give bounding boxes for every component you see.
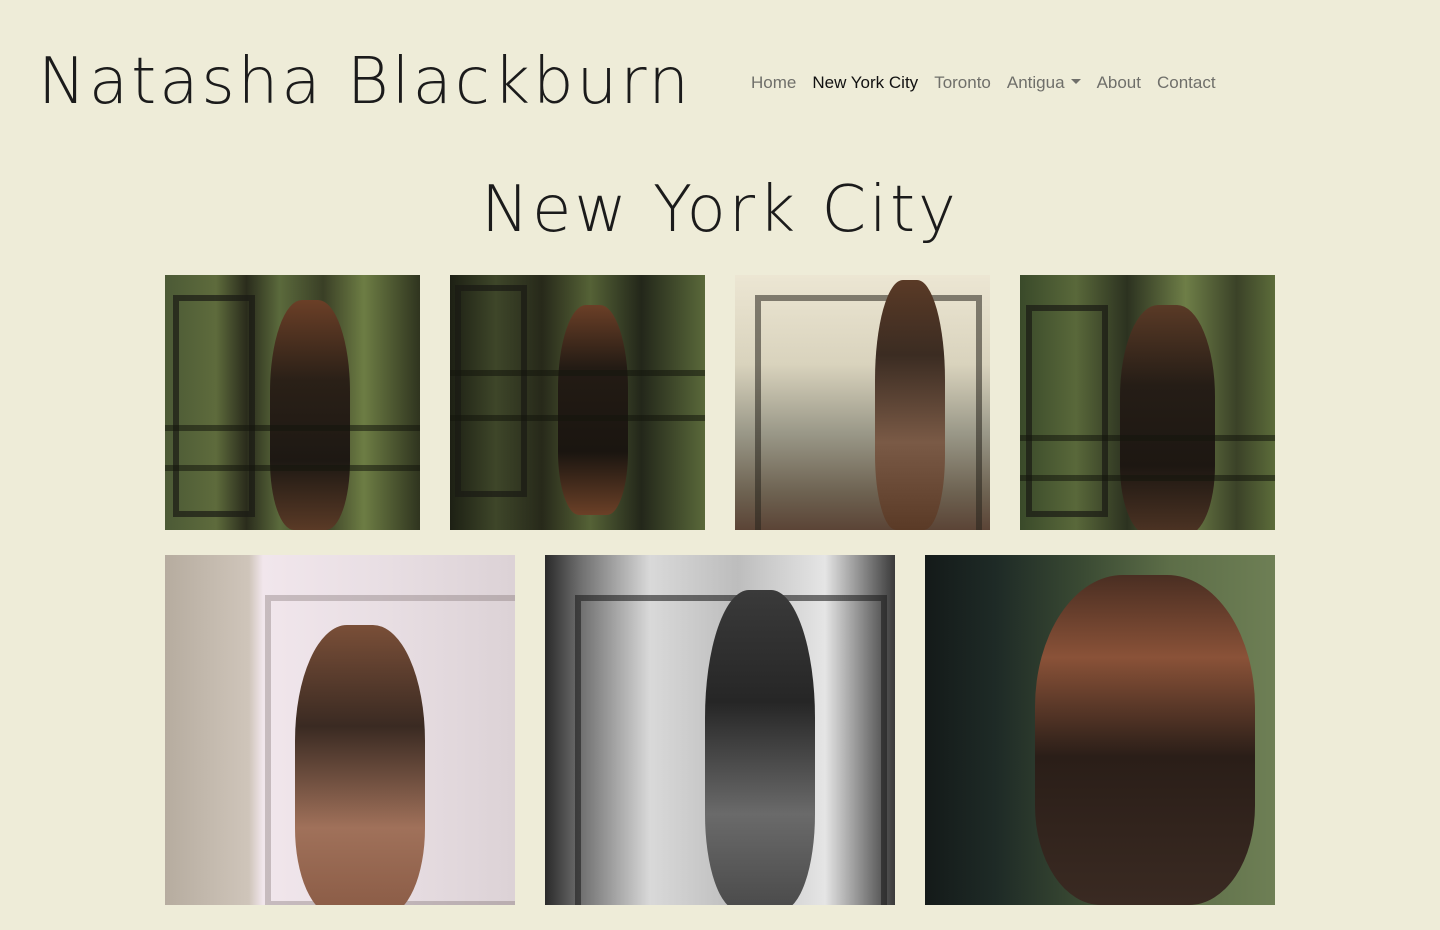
gallery-row <box>165 555 1275 905</box>
nav-antigua-label: Antigua <box>1006 73 1065 92</box>
gallery-photo[interactable] <box>545 555 895 905</box>
gallery-photo[interactable] <box>925 555 1275 905</box>
navbar: Natasha Blackburn Home New York City Tor… <box>0 0 1440 160</box>
photo-detail <box>1035 575 1255 905</box>
photo-gallery <box>165 275 1275 930</box>
photo-detail <box>705 590 815 905</box>
photo-detail <box>450 415 705 421</box>
main-nav: Home New York City Toronto Antigua About… <box>743 70 1224 96</box>
photo-detail <box>1020 435 1275 441</box>
page-title: New York City <box>481 173 959 247</box>
photo-detail <box>875 280 945 530</box>
gallery-photo[interactable] <box>165 275 420 530</box>
photo-detail <box>1120 305 1215 530</box>
gallery-row <box>165 275 1275 530</box>
photo-detail <box>1026 305 1108 517</box>
photo-detail <box>165 425 420 431</box>
nav-toronto[interactable]: Toronto <box>926 70 999 96</box>
nav-antigua-dropdown[interactable]: Antigua <box>999 70 1089 96</box>
brand-logo-link[interactable]: Natasha Blackburn <box>38 42 692 122</box>
chevron-down-icon <box>1070 79 1081 85</box>
photo-detail <box>173 295 255 517</box>
gallery-photo[interactable] <box>1020 275 1275 530</box>
gallery-photo[interactable] <box>450 275 705 530</box>
photo-detail <box>295 625 425 905</box>
photo-detail <box>455 285 527 497</box>
photo-detail <box>270 300 350 530</box>
gallery-photo[interactable] <box>165 555 515 905</box>
gallery-photo[interactable] <box>735 275 990 530</box>
photo-detail <box>755 295 982 530</box>
nav-contact[interactable]: Contact <box>1149 70 1224 96</box>
nav-new-york-city[interactable]: New York City <box>804 70 926 96</box>
photo-detail <box>165 465 420 471</box>
nav-home[interactable]: Home <box>743 70 804 96</box>
photo-detail <box>1020 475 1275 481</box>
nav-about[interactable]: About <box>1089 70 1149 96</box>
photo-detail <box>558 305 628 515</box>
photo-detail <box>450 370 705 376</box>
